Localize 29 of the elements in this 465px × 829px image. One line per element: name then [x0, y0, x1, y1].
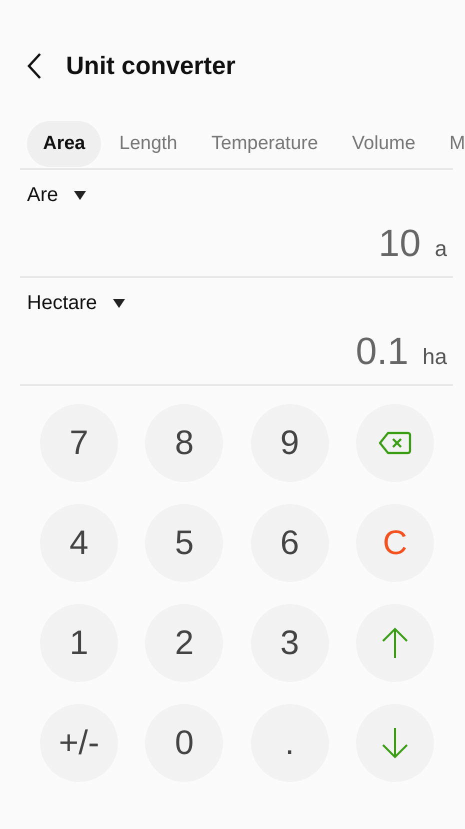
keypad-key[interactable]: 0	[145, 704, 224, 782]
keypad-key[interactable]: 9	[250, 404, 329, 482]
keypad-key[interactable]: 2	[145, 604, 224, 682]
keypad-key[interactable]: 6	[250, 504, 329, 582]
unit-symbol: ha	[422, 344, 447, 370]
value-text: 10	[378, 223, 421, 266]
category-tab[interactable]: M	[433, 121, 465, 167]
backspace-icon	[378, 431, 412, 455]
keypad-key[interactable]: 7	[40, 404, 118, 482]
keypad-key[interactable]: 4	[40, 504, 118, 582]
category-tab[interactable]: Area	[27, 121, 102, 167]
keypad-key[interactable]: 3	[250, 604, 329, 682]
category-tab[interactable]: Temperature	[195, 121, 334, 167]
unit-symbol: a	[434, 236, 447, 262]
dropdown-triangle-icon	[74, 191, 86, 200]
arrow-down-icon	[380, 727, 409, 759]
keypad-key[interactable]: 8	[145, 404, 224, 482]
keypad-key[interactable]: 1	[40, 604, 118, 682]
page-title: Unit converter	[66, 52, 236, 80]
arrow-up-icon	[380, 627, 409, 659]
unit-dropdown[interactable]: Hectare	[27, 292, 126, 315]
dropdown-triangle-icon	[113, 299, 126, 308]
unit-dropdown[interactable]: Are	[27, 184, 86, 207]
keypad-key[interactable]: 5	[145, 504, 224, 582]
keypad-key[interactable]: +/-	[40, 704, 118, 782]
category-tab[interactable]: Volume	[336, 121, 432, 167]
keypad-key[interactable]: .	[250, 704, 329, 782]
value-text: 0.1	[356, 331, 409, 374]
category-tab[interactable]: Length	[103, 121, 194, 167]
